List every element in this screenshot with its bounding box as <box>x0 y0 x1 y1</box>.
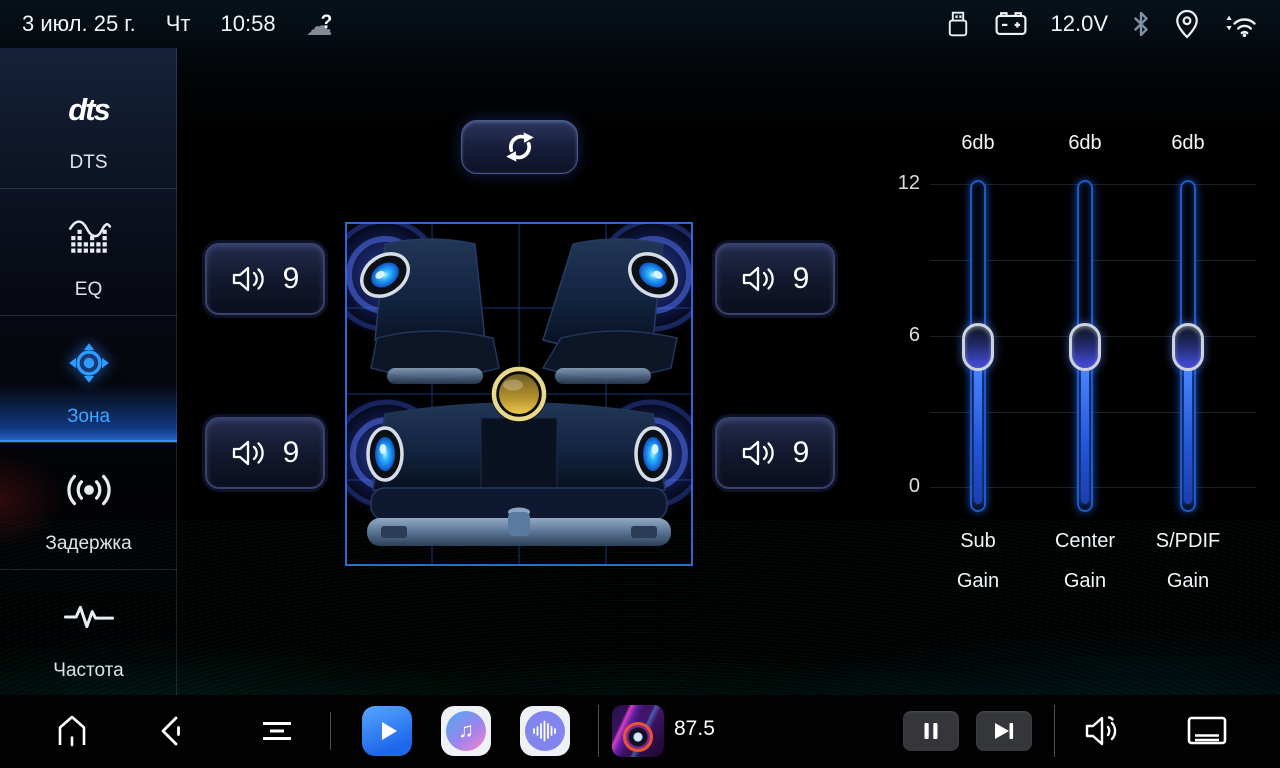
gain-tick-0: 0 <box>866 475 920 498</box>
sidebar-item-frequency[interactable]: Частота <box>0 570 177 697</box>
slider-fill <box>974 366 982 504</box>
slider-fill <box>1184 366 1192 504</box>
pause-icon <box>920 720 942 742</box>
sidebar-item-eq[interactable]: EQ <box>0 189 177 316</box>
battery-voltage: 12.0V <box>1051 11 1109 37</box>
speaker-icon <box>231 439 267 467</box>
zone-volume-value: 9 <box>793 262 810 296</box>
speaker-icon <box>741 265 777 293</box>
radio-frequency: 87.5 <box>674 717 715 741</box>
weather-question-mark: ? <box>321 12 333 34</box>
gain-value-label: 6db <box>1045 132 1125 155</box>
sidebar-label-zone: Зона <box>0 406 177 428</box>
slider-name: Sub <box>928 530 1028 553</box>
sidebar-item-zone[interactable]: Зона <box>0 316 177 443</box>
slider-name: S/PDIF <box>1138 530 1238 553</box>
sidebar-label-frequency: Частота <box>0 660 177 682</box>
zone-reset-button[interactable] <box>461 120 578 174</box>
music-note-icon: ♫ <box>458 719 474 743</box>
play-icon <box>374 718 400 744</box>
bottom-nav-bar: ♫ 87.5 <box>0 695 1280 768</box>
voice-app-circle <box>525 711 565 751</box>
volume-button[interactable] <box>1080 709 1130 753</box>
gain-tick-6: 6 <box>866 324 920 347</box>
gain-slider-spdif[interactable]: 6db S/PDIF Gain <box>1148 130 1228 620</box>
menu-lines-icon <box>257 711 297 751</box>
waveform-icon <box>531 719 559 743</box>
dts-logo: dts <box>68 92 109 128</box>
slider-unit: Gain <box>928 570 1028 593</box>
nav-divider <box>330 712 331 750</box>
music-app-circle: ♫ <box>446 711 486 751</box>
home-button[interactable] <box>47 706 97 756</box>
sidebar-label-dts: DTS <box>0 152 177 174</box>
refresh-icon <box>498 125 542 169</box>
skip-next-icon <box>991 720 1017 742</box>
sidebar-item-delay[interactable]: Задержка <box>0 443 177 570</box>
sidebar-label-delay: Задержка <box>0 533 177 555</box>
sidebar-item-dts[interactable]: dts DTS <box>0 48 177 189</box>
equalizer-icon <box>66 215 112 257</box>
speaker-waves-icon <box>1082 713 1128 749</box>
zone-volume-rear-right[interactable]: 9 <box>715 417 835 489</box>
zone-volume-front-right[interactable]: 9 <box>715 243 835 315</box>
speaker-icon <box>231 265 267 293</box>
slider-unit: Gain <box>1138 570 1238 593</box>
status-time: 10:58 <box>221 11 276 37</box>
status-bar: 3 июл. 25 г. Чт 10:58 ☁ ? <box>0 0 1280 48</box>
wifi-icon <box>1222 10 1258 38</box>
voice-assistant-app-button[interactable] <box>520 706 570 756</box>
gain-value-label: 6db <box>938 132 1018 155</box>
sidebar-label-eq: EQ <box>0 279 177 301</box>
gain-slider-center[interactable]: 6db Center Gain <box>1045 130 1125 620</box>
menu-button[interactable] <box>252 706 302 756</box>
speaker-icon <box>741 439 777 467</box>
home-icon <box>52 711 92 751</box>
album-art-speaker <box>623 722 653 752</box>
nav-divider <box>1054 705 1055 757</box>
back-icon <box>152 711 192 751</box>
car-seats-zone-map[interactable] <box>345 222 693 566</box>
zone-volume-value: 9 <box>283 262 300 296</box>
zone-dpad-icon <box>64 338 114 388</box>
sidebar: dts DTS EQ <box>0 48 177 695</box>
radio-album-art[interactable] <box>612 705 664 757</box>
slider-name: Center <box>1035 530 1135 553</box>
weather-unknown-icon: ☁ ? <box>306 9 346 39</box>
frequency-pulse-icon <box>63 602 115 632</box>
pause-button[interactable] <box>903 711 959 751</box>
music-app-button[interactable]: ♫ <box>441 706 491 756</box>
bluetooth-icon <box>1130 9 1152 39</box>
status-day: Чт <box>166 11 191 37</box>
status-date: 3 июл. 25 г. <box>22 11 136 37</box>
zone-volume-rear-left[interactable]: 9 <box>205 417 325 489</box>
zone-volume-value: 9 <box>283 436 300 470</box>
slider-handle[interactable] <box>1172 323 1204 371</box>
location-icon <box>1174 8 1200 40</box>
gain-value-label: 6db <box>1148 132 1228 155</box>
display-button[interactable] <box>1182 711 1232 751</box>
slider-fill <box>1081 366 1089 504</box>
status-right-group: 12.0V <box>945 8 1259 40</box>
gain-slider-sub[interactable]: 6db Sub Gain <box>938 130 1018 620</box>
head-unit-screen: 3 июл. 25 г. Чт 10:58 ☁ ? <box>0 0 1280 768</box>
video-player-app-button[interactable] <box>362 706 412 756</box>
slider-handle[interactable] <box>1069 323 1101 371</box>
back-button[interactable] <box>147 706 197 756</box>
usb-icon <box>945 9 971 39</box>
zone-volume-value: 9 <box>793 436 810 470</box>
delay-signal-icon <box>63 468 115 512</box>
slider-handle[interactable] <box>962 323 994 371</box>
nav-divider <box>598 705 599 757</box>
car-battery-icon <box>993 10 1029 38</box>
display-icon <box>1184 713 1230 749</box>
car-seats-illustration <box>345 222 693 566</box>
zone-volume-front-left[interactable]: 9 <box>205 243 325 315</box>
status-left-group: 3 июл. 25 г. Чт 10:58 ☁ ? <box>22 9 346 39</box>
gain-tick-12: 12 <box>866 172 920 195</box>
slider-unit: Gain <box>1035 570 1135 593</box>
next-track-button[interactable] <box>976 711 1032 751</box>
